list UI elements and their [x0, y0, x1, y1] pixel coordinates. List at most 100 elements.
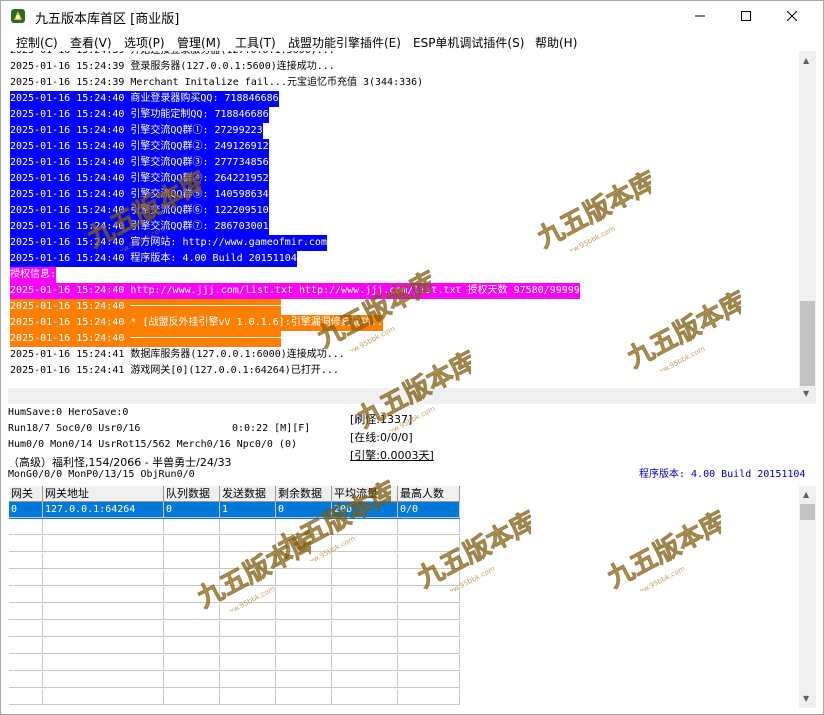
table-row[interactable] — [9, 672, 460, 689]
log-line: 2025-01-16 15:24:40 http://www.jjj.com/l… — [10, 283, 580, 299]
table-cell — [276, 553, 332, 569]
grid-scroll-up-icon[interactable]: ▲ — [803, 490, 809, 499]
log-line: 2025-01-16 15:24:40 * [战盟反外挂引擎vV 1.0.1.6… — [10, 315, 383, 331]
menu-view[interactable]: 查看(V) — [70, 34, 112, 51]
table-row[interactable] — [9, 655, 460, 672]
table-cell — [220, 689, 276, 705]
grid-scrollbar[interactable]: ▲ ▼ — [799, 486, 816, 708]
table-cell — [43, 638, 164, 654]
table-row[interactable] — [9, 536, 460, 553]
table-cell — [164, 638, 220, 654]
table-cell — [43, 553, 164, 569]
table-cell — [276, 570, 332, 586]
table-cell — [164, 536, 220, 552]
table-cell — [220, 587, 276, 603]
table-cell — [220, 604, 276, 620]
table-cell — [276, 587, 332, 603]
table-cell — [276, 519, 332, 535]
table-cell — [276, 536, 332, 552]
maximize-button[interactable] — [723, 1, 769, 31]
table-row[interactable] — [9, 553, 460, 570]
table-cell — [398, 536, 460, 552]
table-cell — [332, 519, 398, 535]
status-mon: MonG0/0/0 MonP0/13/15 ObjRun0/0 — [8, 469, 195, 480]
engine-label[interactable]: [引擎:0.0003天] — [350, 447, 434, 463]
online-label: [在线:0/0/0] — [350, 431, 413, 444]
refresh-monster-label: [刷怪:1337] — [350, 413, 413, 426]
table-cell — [332, 536, 398, 552]
col-header-gateway[interactable]: 网关 — [9, 486, 43, 502]
scroll-down-icon[interactable]: ▼ — [803, 389, 809, 398]
table-row[interactable] — [9, 519, 460, 536]
close-button[interactable] — [769, 1, 815, 31]
col-header-address[interactable]: 网关地址 — [43, 486, 164, 502]
menu-manage[interactable]: 管理(M) — [177, 34, 221, 51]
table-cell — [398, 587, 460, 603]
table-cell — [43, 604, 164, 620]
table-row[interactable] — [9, 689, 460, 706]
table-cell — [276, 672, 332, 688]
table-cell — [9, 655, 43, 671]
table-cell — [9, 621, 43, 637]
minimize-button[interactable] — [677, 1, 723, 31]
table-cell: 0 — [276, 502, 332, 518]
table-cell — [9, 604, 43, 620]
table-cell — [398, 604, 460, 620]
table-cell: 0/0 — [398, 502, 460, 518]
table-cell — [9, 689, 43, 705]
table-row[interactable] — [9, 621, 460, 638]
table-cell — [9, 638, 43, 654]
menu-tools[interactable]: 工具(T) — [235, 34, 276, 51]
table-row[interactable] — [9, 587, 460, 604]
table-cell — [220, 638, 276, 654]
log-line: 2025-01-16 15:24:40 商业登录器购买QQ: 718846686 — [10, 91, 279, 107]
table-cell — [164, 655, 220, 671]
log-line: 2025-01-16 15:24:40 ────────────────────… — [10, 299, 281, 315]
log-hscrollbar[interactable] — [8, 388, 799, 404]
log-line: 授权信息: — [10, 267, 57, 283]
scroll-up-icon[interactable]: ▲ — [803, 56, 809, 65]
table-row[interactable] — [9, 604, 460, 621]
menu-options[interactable]: 选项(P) — [124, 34, 165, 51]
col-header-avg-traffic[interactable]: 平均流量 — [332, 486, 398, 502]
table-cell — [220, 519, 276, 535]
gateway-grid[interactable]: 网关 网关地址 队列数据 发送数据 剩余数据 平均流量 最高人数 0 127.0.… — [9, 486, 799, 708]
table-cell — [220, 655, 276, 671]
menu-control[interactable]: 控制(C) — [16, 34, 58, 51]
menu-help[interactable]: 帮助(H) — [535, 34, 577, 51]
table-cell — [164, 553, 220, 569]
table-cell — [9, 553, 43, 569]
table-cell — [398, 638, 460, 654]
main-window: 九五版本库首区 [商业版] 控制(C) 查看(V) 选项(P) 管理(M) 工具… — [0, 0, 824, 715]
col-header-sent[interactable]: 发送数据 — [220, 486, 276, 502]
table-cell — [220, 536, 276, 552]
menu-engine-plugin[interactable]: 战盟功能引擎插件(E) — [288, 34, 401, 51]
log-line: 2025-01-16 15:24:40 引擎交流QQ群⑤: 140598634 — [10, 187, 269, 203]
menu-esp-plugin[interactable]: ESP单机调试插件(S) — [413, 34, 524, 51]
table-cell — [332, 672, 398, 688]
log-panel[interactable]: 2025-01-16 15:24:39 开始连接登录服务器(127.0.0.1:… — [8, 51, 798, 388]
title-bar[interactable]: 九五版本库首区 [商业版] — [1, 1, 823, 31]
table-cell — [9, 570, 43, 586]
table-cell — [43, 519, 164, 535]
col-header-remaining[interactable]: 剩余数据 — [276, 486, 332, 502]
table-cell — [220, 553, 276, 569]
table-cell — [164, 519, 220, 535]
status-run: Run18/7 Soc0/0 Usr0/16 — [8, 423, 141, 434]
table-cell — [220, 672, 276, 688]
table-row[interactable] — [9, 570, 460, 587]
table-cell — [332, 689, 398, 705]
log-line: 2025-01-16 15:24:41 数据库服务器(127.0.0.1:600… — [10, 349, 345, 360]
table-cell — [276, 621, 332, 637]
col-header-queue[interactable]: 队列数据 — [164, 486, 220, 502]
grid-scroll-down-icon[interactable]: ▼ — [803, 694, 809, 703]
log-line: 2025-01-16 15:24:40 引擎交流QQ群④: 264221952 — [10, 171, 269, 187]
status-counts: Hum0/0 Mon0/14 UsrRot15/562 Merch0/16 Np… — [8, 439, 297, 450]
table-row[interactable] — [9, 638, 460, 655]
col-header-max-users[interactable]: 最高人数 — [398, 486, 460, 502]
grid-scrollbar-thumb[interactable] — [800, 504, 815, 520]
log-line: 2025-01-16 15:24:39 登录服务器(127.0.0.1:5600… — [10, 61, 335, 72]
log-scrollbar[interactable]: ▲ ▼ — [799, 51, 816, 404]
log-scrollbar-thumb[interactable] — [800, 301, 815, 386]
table-row[interactable]: 0 127.0.0.1:64264 0 1 0 20b 0/0 — [9, 502, 460, 519]
